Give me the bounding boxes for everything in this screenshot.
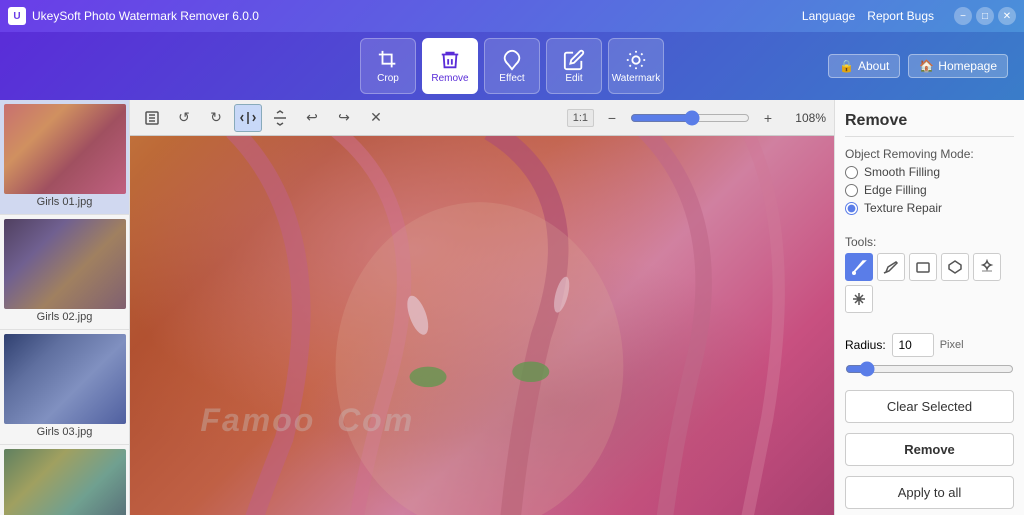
zoom-controls: 1:1 − + 108% [567, 104, 826, 132]
radio-edge-label: Edge Filling [864, 183, 927, 197]
radius-slider[interactable] [845, 361, 1014, 377]
tools-section: Tools: [845, 235, 1014, 313]
canvas-toolbar: ↺ ↻ ↩ ↪ ✕ 1:1 − + 108% [130, 100, 834, 136]
radio-smooth-input[interactable] [845, 166, 858, 179]
thumbnail-1 [4, 104, 126, 194]
magic-wand-tool[interactable] [973, 253, 1001, 281]
apply-to-all-button[interactable]: Apply to all [845, 476, 1014, 509]
radius-input[interactable] [892, 333, 934, 357]
file-list: Girls 01.jpg Girls 02.jpg Girls 03.jpg G… [0, 100, 130, 515]
edit-button[interactable]: Edit [546, 38, 602, 94]
lock-icon: 🔒 [839, 59, 854, 73]
homepage-link[interactable]: 🏠 Homepage [908, 54, 1008, 78]
pen-tool[interactable] [877, 253, 905, 281]
star-tool[interactable] [845, 285, 873, 313]
title-bar: U UkeySoft Photo Watermark Remover 6.0.0… [0, 0, 1024, 32]
app-title: UkeySoft Photo Watermark Remover 6.0.0 [32, 9, 259, 23]
one-to-one-label[interactable]: 1:1 [567, 109, 594, 127]
rect-tool[interactable] [909, 253, 937, 281]
title-bar-right: Language Report Bugs − □ ✕ [802, 7, 1016, 25]
app-icon: U [8, 7, 26, 25]
canvas-close-button[interactable]: ✕ [362, 104, 390, 132]
language-link[interactable]: Language [802, 9, 855, 23]
clear-selected-button[interactable]: Clear Selected [845, 390, 1014, 423]
remove-button[interactable]: Remove [422, 38, 478, 94]
radio-group: Smooth Filling Edge Filling Texture Repa… [845, 165, 1014, 215]
tools-row [845, 253, 1014, 313]
main-content: Girls 01.jpg Girls 02.jpg Girls 03.jpg G… [0, 100, 1024, 515]
about-link[interactable]: 🔒 About [828, 54, 900, 78]
panel-title: Remove [845, 112, 1014, 137]
remove-toolbar-label: Remove [431, 73, 468, 84]
title-bar-left: U UkeySoft Photo Watermark Remover 6.0.0 [8, 7, 259, 25]
file-name-3: Girls 03.jpg [4, 424, 125, 440]
zoom-plus-button[interactable]: + [754, 104, 782, 132]
thumbnail-2 [4, 219, 126, 309]
crop-button[interactable]: Crop [360, 38, 416, 94]
nav-top-right: 🔒 About 🏠 Homepage [828, 54, 1008, 78]
about-label: About [858, 59, 889, 73]
remove-action-button[interactable]: Remove [845, 433, 1014, 466]
tools-label: Tools: [845, 235, 1014, 249]
radio-texture[interactable]: Texture Repair [845, 201, 1014, 215]
radius-unit: Pixel [940, 339, 964, 351]
watermark-overlay: Famoo Com [200, 402, 414, 439]
file-name-2: Girls 02.jpg [4, 309, 125, 325]
fit-button[interactable] [138, 104, 166, 132]
radio-texture-label: Texture Repair [864, 201, 942, 215]
watermark-button[interactable]: Watermark [608, 38, 664, 94]
undo-button[interactable]: ↩ [298, 104, 326, 132]
edit-label: Edit [565, 73, 582, 84]
watermark-label: Watermark [612, 73, 661, 84]
effect-button[interactable]: Effect [484, 38, 540, 94]
zoom-minus-button[interactable]: − [598, 104, 626, 132]
radio-texture-input[interactable] [845, 202, 858, 215]
home-icon: 🏠 [919, 59, 934, 73]
removing-mode-label: Object Removing Mode: [845, 147, 1014, 161]
main-toolbar: Crop Remove Effect Edit Watermark 🔒 Abou… [0, 32, 1024, 100]
minimize-button[interactable]: − [954, 7, 972, 25]
brush-tool[interactable] [845, 253, 873, 281]
radius-section: Radius: Pixel [845, 333, 1014, 380]
file-name-1: Girls 01.jpg [4, 194, 125, 210]
polygon-tool[interactable] [941, 253, 969, 281]
file-item-4[interactable]: Girls 04.jpg [0, 445, 129, 515]
effect-label: Effect [499, 73, 524, 84]
rotate-right-button[interactable]: ↻ [202, 104, 230, 132]
file-item-3[interactable]: Girls 03.jpg [0, 330, 129, 445]
crop-label: Crop [377, 73, 399, 84]
thumbnail-3 [4, 334, 126, 424]
thumbnail-4 [4, 449, 126, 515]
redo-button[interactable]: ↪ [330, 104, 358, 132]
radio-smooth[interactable]: Smooth Filling [845, 165, 1014, 179]
removing-mode-section: Object Removing Mode: Smooth Filling Edg… [845, 147, 1014, 215]
radio-edge-input[interactable] [845, 184, 858, 197]
radio-smooth-label: Smooth Filling [864, 165, 940, 179]
hair-svg [130, 136, 834, 515]
homepage-label: Homepage [938, 59, 997, 73]
report-bugs-link[interactable]: Report Bugs [867, 9, 934, 23]
maximize-button[interactable]: □ [976, 7, 994, 25]
file-item-2[interactable]: Girls 02.jpg [0, 215, 129, 330]
flip-h-button[interactable] [234, 104, 262, 132]
file-item-1[interactable]: Girls 01.jpg [0, 100, 129, 215]
right-panel: Remove Object Removing Mode: Smooth Fill… [834, 100, 1024, 515]
rotate-left-button[interactable]: ↺ [170, 104, 198, 132]
close-button[interactable]: ✕ [998, 7, 1016, 25]
flip-v-button[interactable] [266, 104, 294, 132]
zoom-slider[interactable] [630, 110, 750, 126]
canvas-image: Famoo Com [130, 136, 834, 515]
radius-row: Radius: Pixel [845, 333, 1014, 357]
window-controls: − □ ✕ [954, 7, 1016, 25]
radio-edge[interactable]: Edge Filling [845, 183, 1014, 197]
canvas-image-area[interactable]: Famoo Com [130, 136, 834, 515]
canvas-area: ↺ ↻ ↩ ↪ ✕ 1:1 − + 108% [130, 100, 834, 515]
radius-label: Radius: [845, 338, 886, 352]
zoom-value: 108% [786, 111, 826, 125]
